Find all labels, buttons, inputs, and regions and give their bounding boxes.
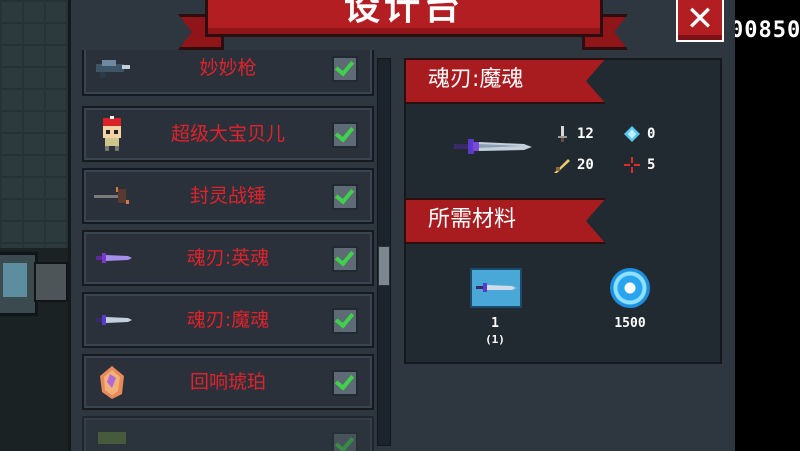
close-button[interactable]: ✕ [676,0,724,42]
page-title: 设计台 [343,0,464,28]
list-item[interactable] [82,416,374,451]
baby-robot-icon [103,116,121,151]
checkbox-checked[interactable] [332,432,358,451]
checkbox-checked[interactable] [332,122,358,148]
damage-value: 12 [577,126,594,142]
weapon-preview-icon [454,139,532,154]
title-banner: 设计台 [205,0,603,37]
sword-icon [96,315,132,325]
crit-value: 20 [577,157,594,173]
crit-icon [554,159,570,173]
blueprint-count: 1 [491,316,499,331]
item-label: 魂刃:魔魂 [186,309,270,331]
monitor-prop [0,252,38,316]
energy-diamond-icon [624,126,640,142]
checkbox-checked[interactable] [332,308,358,334]
score-counter: 00850 [730,18,800,43]
scrollbar-thumb[interactable] [378,246,390,286]
blueprint-owned: (1) [485,333,505,346]
damage-sword-icon [558,126,567,142]
blueprint-sword-icon [476,283,516,292]
checkbox-checked[interactable] [332,184,358,210]
item-label [136,418,320,451]
gem-material-icon [610,268,650,308]
sword-icon [96,253,132,263]
blueprint-material [470,268,522,308]
spread-crosshair-icon [624,157,640,173]
list-item[interactable]: 超级大宝贝儿 [82,106,374,162]
prop-stand [34,262,68,302]
energy-value: 0 [647,126,656,142]
hammer-icon [94,187,129,204]
item-label: 超级大宝贝儿 [170,123,285,145]
right-hud-strip [732,0,800,451]
weapon-list[interactable]: 妙妙枪 超级大宝贝儿 封灵战锤 魂刃:英魂 魂刃:魔魂 回响琥珀 [82,50,374,451]
list-item[interactable]: 封灵战锤 [82,168,374,224]
item-label: 魂刃:英魂 [186,247,270,269]
list-item[interactable]: 妙妙枪 [82,50,374,96]
list-item[interactable]: 魂刃:英魂 [82,230,374,286]
list-item[interactable]: 回响琥珀 [82,354,374,410]
checkbox-checked[interactable] [332,370,358,396]
amber-icon [100,366,124,399]
gem-count: 1500 [614,316,646,331]
spread-value: 5 [647,157,656,173]
list-item[interactable]: 魂刃:魔魂 [82,292,374,348]
item-label: 妙妙枪 [199,57,257,79]
gun-icon [96,60,130,78]
item-name-ribbon: 魂刃:魔魂 [404,58,606,104]
materials-ribbon: 所需材料 [404,198,606,244]
partial-item-icon [98,432,126,444]
item-label: 封灵战锤 [189,185,266,207]
checkbox-checked[interactable] [332,56,358,82]
checkbox-checked[interactable] [332,246,358,272]
item-label: 回响琥珀 [189,371,266,393]
